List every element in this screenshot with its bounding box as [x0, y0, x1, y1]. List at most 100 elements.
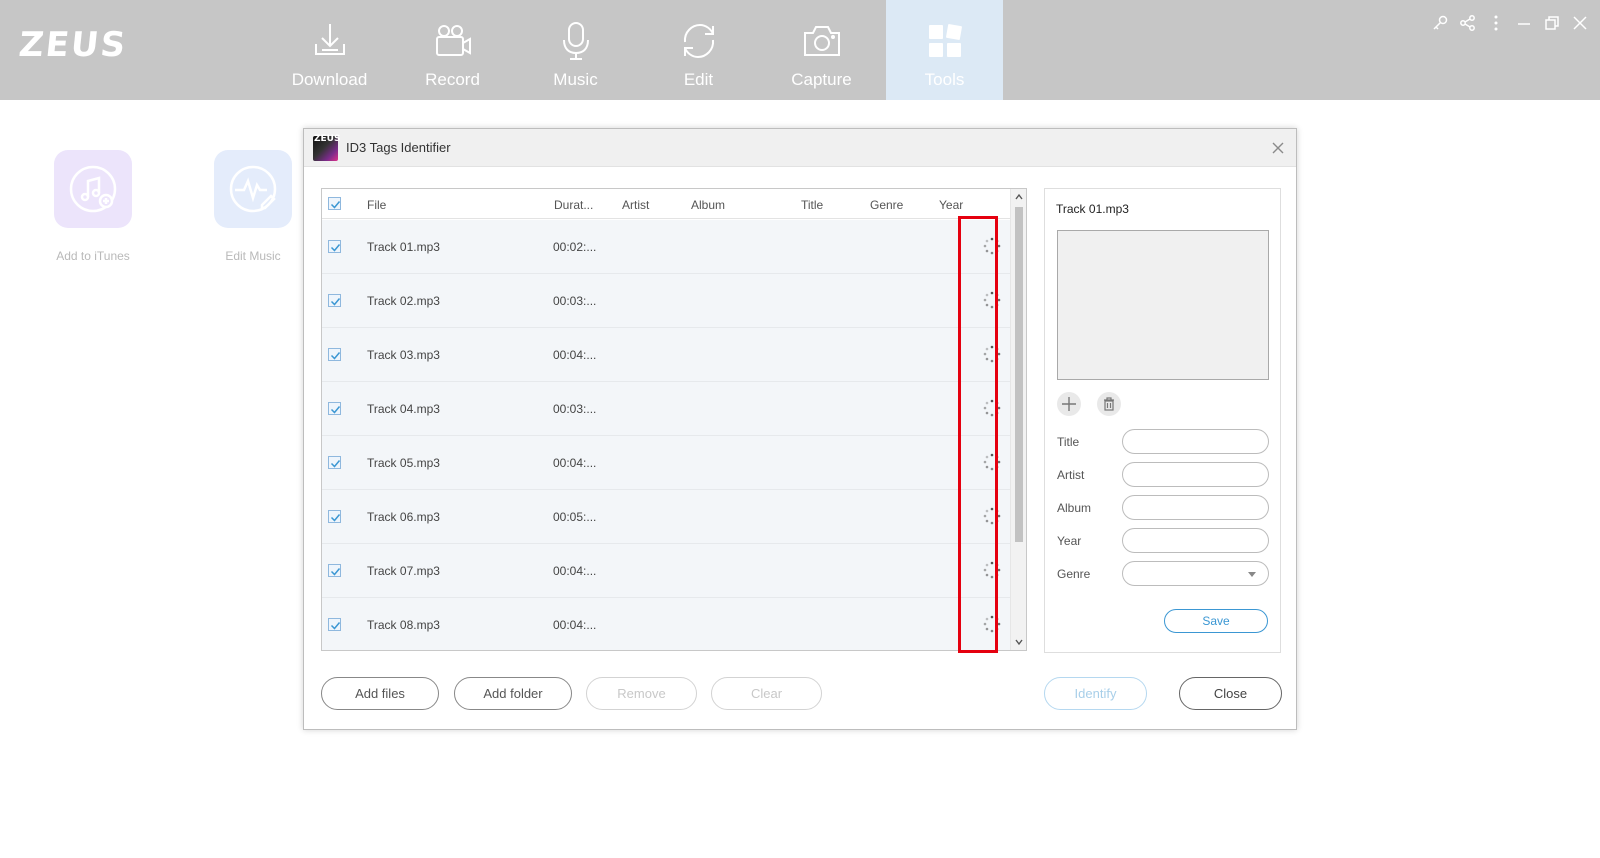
scrollbar-thumb[interactable]	[1015, 207, 1023, 542]
identify-button[interactable]: Identify	[1044, 677, 1147, 710]
share-icon[interactable]	[1459, 14, 1477, 32]
col-genre[interactable]: Genre	[870, 198, 903, 212]
col-file[interactable]: File	[367, 198, 386, 212]
tab-edit-label: Edit	[683, 70, 714, 89]
album-art-box	[1057, 230, 1269, 380]
row-duration: 00:02:...	[553, 240, 597, 254]
video-camera-icon	[435, 25, 471, 56]
add-art-button[interactable]	[1057, 392, 1081, 416]
col-album[interactable]: Album	[691, 198, 725, 212]
row-file: Track 06.mp3	[367, 510, 440, 524]
tab-capture[interactable]: Capture	[763, 0, 880, 100]
col-title[interactable]: Title	[801, 198, 823, 212]
table-row[interactable]: Track 06.mp3 00:05:...	[322, 490, 1011, 544]
tool-add-to-itunes[interactable]: Add to iTunes	[43, 150, 143, 263]
row-checkbox[interactable]	[328, 240, 341, 253]
close-icon[interactable]	[1571, 14, 1589, 32]
table-scrollbar[interactable]	[1010, 189, 1026, 650]
key-icon[interactable]	[1431, 14, 1449, 32]
tab-record-label: Record	[425, 70, 480, 89]
waveform-edit-icon	[214, 150, 292, 228]
dialog-title: ID3 Tags Identifier	[346, 140, 451, 155]
grid-tools-icon	[928, 24, 962, 57]
app-window: ZEUS Download Record Music Edit Capture …	[0, 0, 1600, 858]
album-field[interactable]	[1122, 495, 1269, 520]
row-checkbox[interactable]	[328, 348, 341, 361]
tab-record[interactable]: Record	[394, 0, 511, 100]
clear-button[interactable]: Clear	[711, 677, 822, 710]
download-icon	[314, 24, 345, 55]
camera-icon	[803, 26, 840, 56]
row-file: Track 07.mp3	[367, 564, 440, 578]
tool-edit-music-label: Edit Music	[225, 249, 281, 263]
tab-tools[interactable]: Tools	[886, 0, 1003, 100]
row-file: Track 05.mp3	[367, 456, 440, 470]
chevron-down-icon[interactable]	[1247, 569, 1257, 579]
tool-edit-music[interactable]: Edit Music	[203, 150, 303, 263]
music-add-icon	[54, 150, 132, 228]
id3-tags-dialog: ZEUS ID3 Tags Identifier File Durat... A…	[303, 128, 1297, 730]
tab-music[interactable]: Music	[517, 0, 634, 100]
tool-add-to-itunes-label: Add to iTunes	[56, 249, 130, 263]
row-checkbox[interactable]	[328, 456, 341, 469]
more-icon[interactable]	[1487, 14, 1505, 32]
row-duration: 00:04:...	[553, 618, 597, 632]
artist-field[interactable]	[1122, 462, 1269, 487]
restore-icon[interactable]	[1543, 14, 1561, 32]
dialog-titlebar: ZEUS ID3 Tags Identifier	[304, 129, 1296, 167]
table-row[interactable]: Track 07.mp3 00:04:...	[322, 544, 1011, 598]
row-checkbox[interactable]	[328, 618, 341, 631]
genre-label: Genre	[1057, 567, 1091, 581]
app-logo: ZEUS	[16, 25, 130, 65]
album-label: Album	[1057, 501, 1092, 515]
table-row[interactable]: Track 03.mp3 00:04:...	[322, 328, 1011, 382]
year-field[interactable]	[1122, 528, 1269, 553]
title-field[interactable]	[1122, 429, 1269, 454]
tab-download-label: Download	[291, 70, 368, 89]
save-button[interactable]: Save	[1164, 609, 1268, 633]
row-duration: 00:03:...	[553, 294, 597, 308]
row-duration: 00:04:...	[553, 456, 597, 470]
dialog-logo-text: ZEUS	[314, 134, 341, 144]
row-file: Track 01.mp3	[367, 240, 440, 254]
plus-icon	[1062, 397, 1076, 411]
table-row[interactable]: Track 05.mp3 00:04:...	[322, 436, 1011, 490]
table-row[interactable]: Track 08.mp3 00:04:...	[322, 598, 1011, 650]
table-row[interactable]: Track 01.mp3 00:02:...	[322, 220, 1011, 274]
status-column-highlight	[958, 216, 998, 653]
tab-music-label: Music	[553, 70, 598, 89]
add-files-button[interactable]: Add files	[321, 677, 439, 710]
row-checkbox[interactable]	[328, 510, 341, 523]
row-file: Track 08.mp3	[367, 618, 440, 632]
delete-art-button[interactable]	[1097, 392, 1121, 416]
table-row[interactable]: Track 04.mp3 00:03:...	[322, 382, 1011, 436]
add-folder-button[interactable]: Add folder	[454, 677, 572, 710]
year-label: Year	[1057, 534, 1082, 548]
scroll-up-icon[interactable]	[1014, 192, 1024, 202]
row-file: Track 02.mp3	[367, 294, 440, 308]
col-year[interactable]: Year	[939, 198, 963, 212]
tab-edit[interactable]: Edit	[640, 0, 757, 100]
row-checkbox[interactable]	[328, 402, 341, 415]
artist-label: Artist	[1057, 468, 1085, 482]
title-label: Title	[1057, 435, 1080, 449]
dialog-close-icon[interactable]	[1270, 140, 1286, 156]
minimize-icon[interactable]	[1515, 14, 1533, 32]
top-toolbar: ZEUS Download Record Music Edit Capture …	[0, 0, 1600, 100]
row-checkbox[interactable]	[328, 564, 341, 577]
col-artist[interactable]: Artist	[622, 198, 649, 212]
microphone-icon	[562, 22, 589, 60]
remove-button[interactable]: Remove	[586, 677, 697, 710]
select-all-checkbox[interactable]	[328, 197, 341, 210]
close-button[interactable]: Close	[1179, 677, 1282, 710]
col-duration[interactable]: Durat...	[554, 198, 593, 212]
scroll-down-icon[interactable]	[1014, 637, 1024, 647]
row-duration: 00:04:...	[553, 564, 597, 578]
row-checkbox[interactable]	[328, 294, 341, 307]
table-header: File Durat... Artist Album Title Genre Y…	[322, 189, 1011, 219]
row-file: Track 04.mp3	[367, 402, 440, 416]
tab-download[interactable]: Download	[271, 0, 388, 100]
refresh-edit-icon	[683, 23, 714, 59]
table-row[interactable]: Track 02.mp3 00:03:...	[322, 274, 1011, 328]
tab-capture-label: Capture	[791, 70, 852, 89]
